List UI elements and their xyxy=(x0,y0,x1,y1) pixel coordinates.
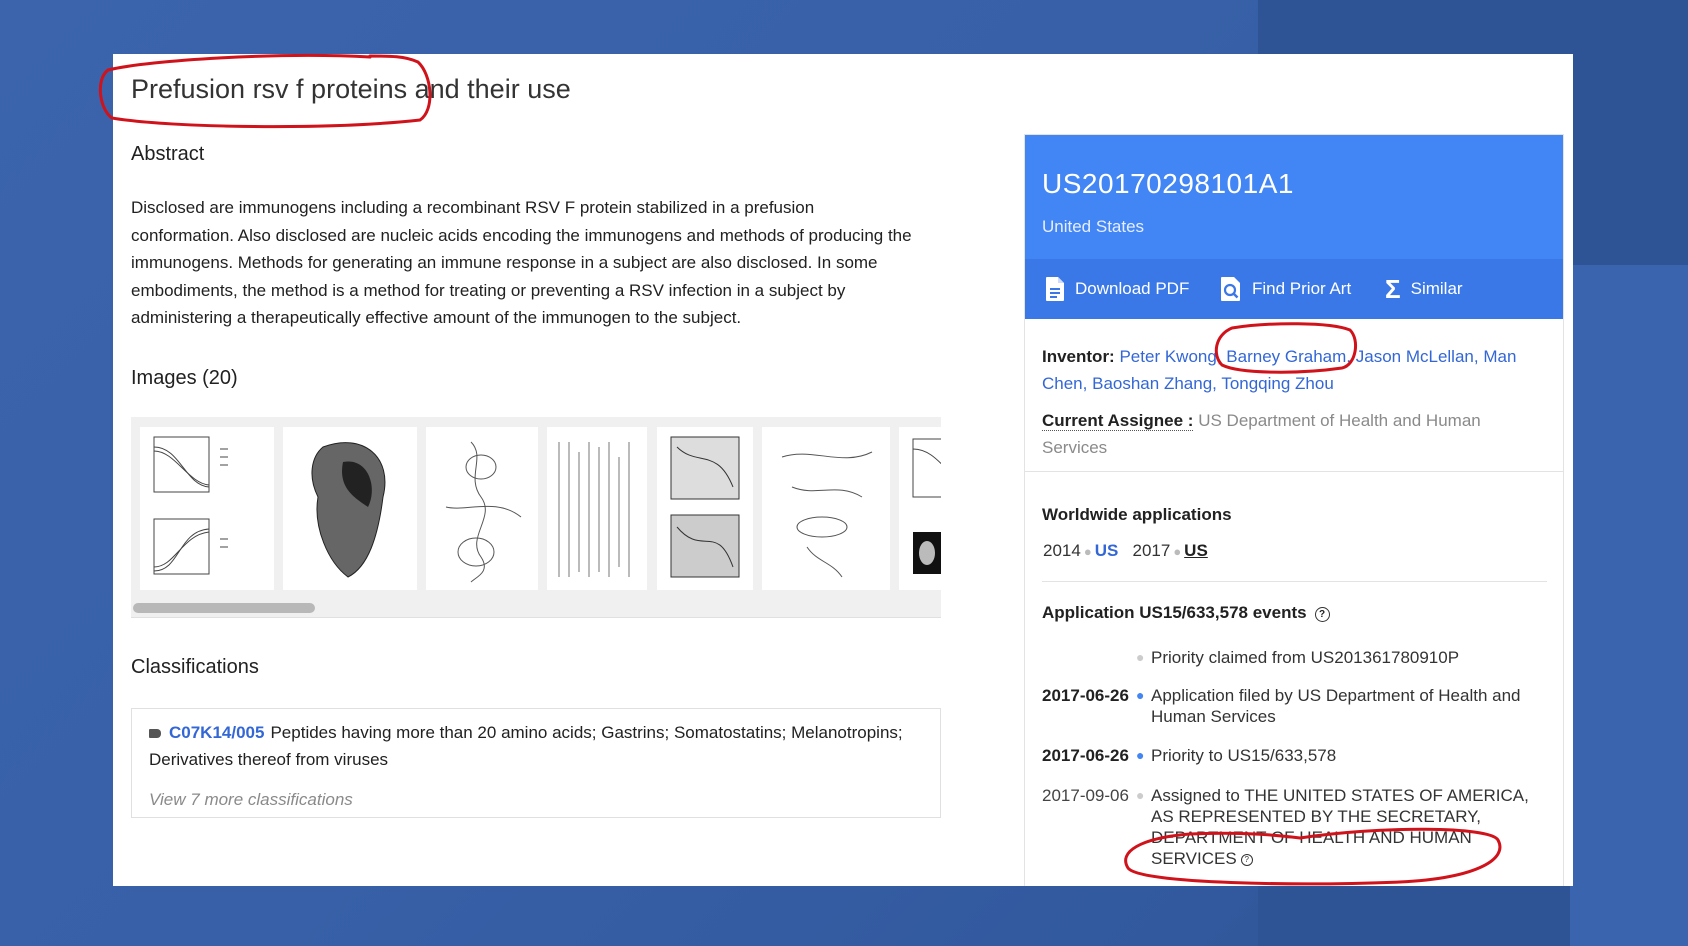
inventor-label: Inventor: xyxy=(1042,347,1115,366)
help-icon[interactable]: ? xyxy=(1314,607,1330,622)
inventor-link[interactable]: Barney Graham xyxy=(1226,347,1346,366)
download-pdf-label: Download PDF xyxy=(1075,279,1190,298)
action-bar: Download PDF Find Prior Art Σ Similar xyxy=(1025,259,1563,319)
classifications-heading: Classifications xyxy=(131,656,259,678)
abstract-heading: Abstract xyxy=(131,143,205,165)
event-dot: ● xyxy=(1136,687,1145,703)
similar-button[interactable]: Σ Similar xyxy=(1385,259,1463,319)
events-heading: Application US15/633,578 events? xyxy=(1042,603,1330,623)
event-text: Application filed by US Department of He… xyxy=(1151,686,1521,726)
tag-icon xyxy=(149,729,161,739)
inventor-link[interactable]: Jason McLellan xyxy=(1356,347,1474,366)
event-text: Priority to US15/633,578 xyxy=(1151,746,1337,765)
worldwide-applications-heading: Worldwide applications xyxy=(1042,505,1232,524)
similar-label: Similar xyxy=(1410,279,1463,298)
patent-country: United States xyxy=(1042,217,1145,236)
application-country-link[interactable]: US xyxy=(1095,541,1119,560)
application-year: 2014 xyxy=(1043,541,1081,560)
event-dot: ● xyxy=(1136,649,1145,665)
images-carousel[interactable] xyxy=(131,417,941,618)
search-document-icon xyxy=(1221,277,1240,301)
event-date: 2017-09-06 xyxy=(1042,786,1129,805)
inventors: Inventor: Peter Kwong, Barney Graham, Ja… xyxy=(1042,347,1517,393)
classification-code-link[interactable]: C07K14/005 xyxy=(169,723,264,742)
abstract-text: Disclosed are immunogens including a rec… xyxy=(131,198,912,327)
find-prior-art-label: Find Prior Art xyxy=(1252,279,1352,298)
patent-info-panel: US20170298101A1 United States Download P… xyxy=(1024,134,1564,886)
event-dot: ● xyxy=(1136,747,1145,763)
background-panel xyxy=(1570,265,1688,946)
page-title: Prefusion rsv f proteins and their use xyxy=(131,74,571,104)
divider xyxy=(1025,471,1563,472)
inventor-link[interactable]: Peter Kwong xyxy=(1119,347,1216,366)
help-icon[interactable]: ? xyxy=(1240,854,1253,866)
event-text: Assigned to THE UNITED STATES OF AMERICA… xyxy=(1151,786,1529,868)
patent-header: US20170298101A1 United States xyxy=(1025,135,1563,259)
patent-image-thumbnail[interactable] xyxy=(140,427,274,590)
images-heading: Images (20) xyxy=(131,367,238,389)
patent-image-thumbnail[interactable] xyxy=(657,427,753,590)
inventor-link[interactable]: Baoshan Zhang xyxy=(1092,374,1212,393)
document-icon xyxy=(1046,277,1064,301)
patent-image-thumbnail[interactable] xyxy=(547,427,647,590)
application-year: 2017 xyxy=(1132,541,1171,560)
application-country-link[interactable]: US xyxy=(1184,541,1208,560)
assignee-label: Current Assignee : xyxy=(1042,411,1194,431)
patent-image-thumbnail[interactable] xyxy=(426,427,538,590)
sigma-icon: Σ xyxy=(1385,274,1401,304)
event-text: Priority claimed from US201361780910P xyxy=(1151,648,1460,667)
view-more-classifications-link[interactable]: View 7 more classifications xyxy=(149,790,353,810)
classification-box: C07K14/005 Peptides having more than 20 a… xyxy=(131,708,941,818)
patent-image-thumbnail[interactable] xyxy=(762,427,890,590)
event-date: 2017-06-26 xyxy=(1042,686,1129,705)
patent-page: Prefusion rsv f proteins and their use A… xyxy=(113,54,1573,886)
carousel-scrollbar[interactable] xyxy=(133,603,315,613)
find-prior-art-button[interactable]: Find Prior Art xyxy=(1220,259,1351,319)
classification-row: C07K14/005 Peptides having more than 20 a… xyxy=(149,719,909,773)
divider xyxy=(1042,581,1547,582)
patent-number: US20170298101A1 xyxy=(1042,168,1294,199)
event-dot: ● xyxy=(1136,787,1145,803)
worldwide-applications-list: 2014 ● US 2017 ● US xyxy=(1043,541,1208,560)
patent-image-thumbnail[interactable] xyxy=(283,427,417,590)
patent-image-thumbnail[interactable] xyxy=(899,427,941,590)
download-pdf-button[interactable]: Download PDF xyxy=(1045,259,1189,319)
event-date: 2017-06-26 xyxy=(1042,746,1129,765)
inventor-link[interactable]: Tongqing Zhou xyxy=(1221,374,1333,393)
current-assignee: Current Assignee : US Department of Heal… xyxy=(1042,407,1542,461)
